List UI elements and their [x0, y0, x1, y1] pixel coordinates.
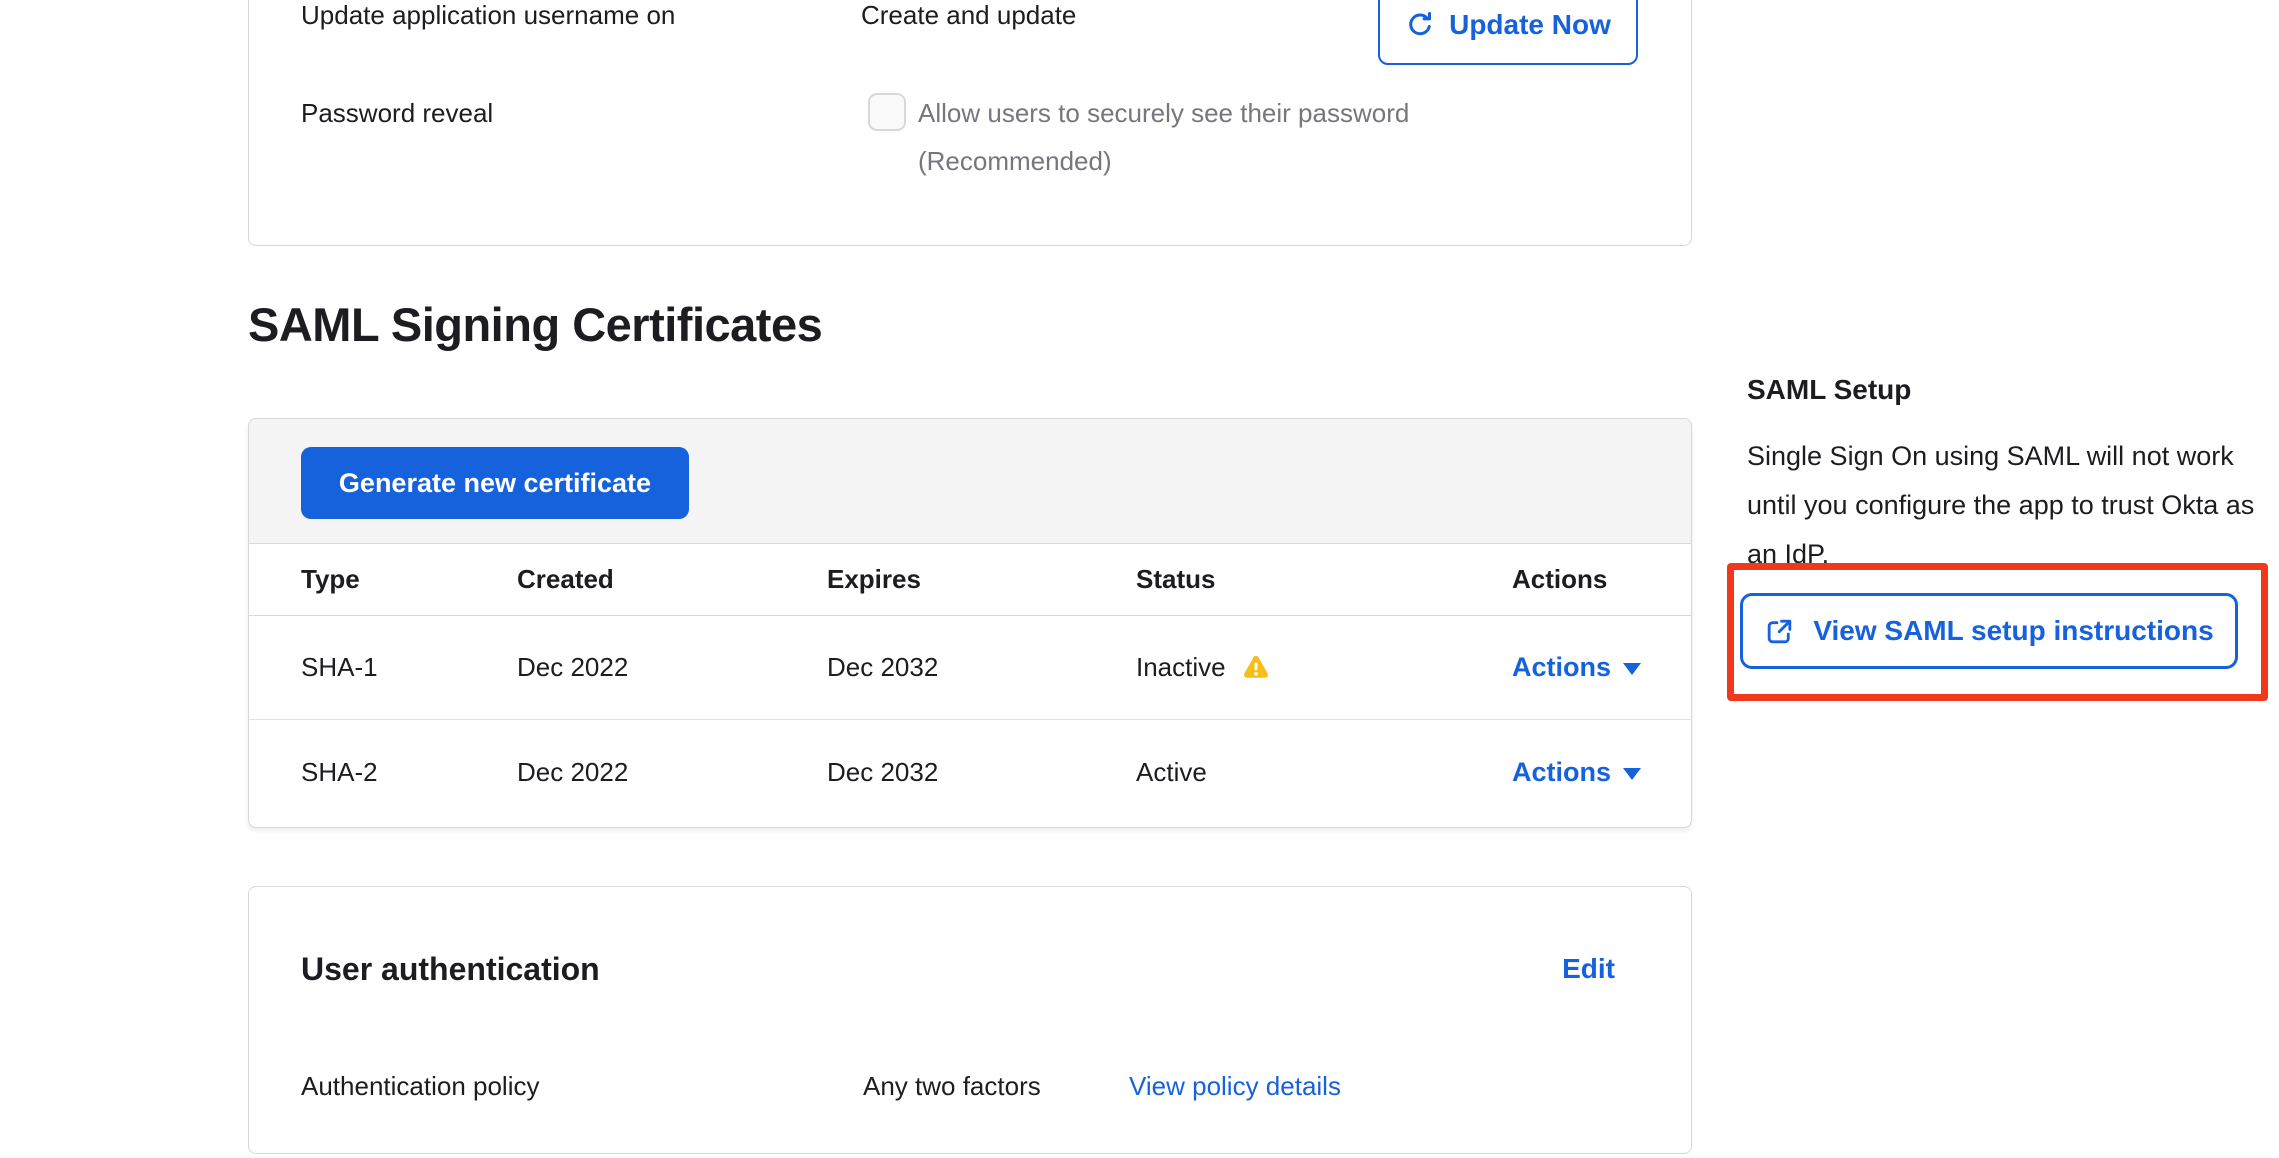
cert-status: Active [1136, 757, 1207, 788]
cert-type: SHA-2 [301, 757, 517, 788]
view-saml-instructions-button[interactable]: View SAML setup instructions [1740, 593, 2238, 669]
view-policy-details-link[interactable]: View policy details [1129, 1071, 1341, 1102]
external-link-icon [1764, 616, 1795, 647]
caret-down-icon [1623, 663, 1641, 675]
actions-label: Actions [1512, 652, 1611, 683]
password-reveal-checkbox[interactable] [868, 93, 906, 131]
col-header-status: Status [1136, 564, 1486, 595]
saml-certificates-panel: Generate new certificate Type Created Ex… [248, 418, 1692, 828]
password-reveal-line2: (Recommended) [918, 137, 1538, 185]
authentication-policy-label: Authentication policy [301, 1071, 539, 1102]
cert-expires: Dec 2032 [827, 652, 1136, 683]
password-reveal-description: Allow users to securely see their passwo… [918, 89, 1538, 185]
saml-setup-sidebar: SAML Setup Single Sign On using SAML wil… [1747, 374, 2269, 579]
saml-setup-description: Single Sign On using SAML will not work … [1747, 432, 2263, 579]
page-title: SAML Signing Certificates [248, 297, 822, 352]
view-saml-instructions-label: View SAML setup instructions [1813, 615, 2213, 647]
cert-type: SHA-1 [301, 652, 517, 683]
certificates-panel-header: Generate new certificate [249, 419, 1691, 544]
cert-expires: Dec 2032 [827, 757, 1136, 788]
password-reveal-label: Password reveal [301, 97, 493, 129]
saml-setup-title: SAML Setup [1747, 374, 2269, 406]
password-reveal-line1: Allow users to securely see their passwo… [918, 89, 1538, 137]
col-header-actions: Actions [1486, 564, 1691, 595]
col-header-type: Type [301, 564, 517, 595]
certificate-row-sha2: SHA-2 Dec 2022 Dec 2032 Active Actions [249, 720, 1691, 824]
cert-actions-menu[interactable]: Actions [1486, 757, 1691, 788]
edit-link[interactable]: Edit [1562, 953, 1615, 985]
update-now-button[interactable]: Update Now [1378, 0, 1638, 65]
generate-certificate-button[interactable]: Generate new certificate [301, 447, 689, 519]
caret-down-icon [1623, 768, 1641, 780]
col-header-created: Created [517, 564, 827, 595]
cert-created: Dec 2022 [517, 652, 827, 683]
authentication-policy-value: Any two factors [863, 1071, 1041, 1102]
actions-label: Actions [1512, 757, 1611, 788]
certificate-row-sha1: SHA-1 Dec 2022 Dec 2032 Inactive Actions [249, 616, 1691, 720]
cert-actions-menu[interactable]: Actions [1486, 652, 1691, 683]
app-settings-card: Update application username on Create an… [248, 0, 1692, 246]
username-update-label: Update application username on [301, 0, 675, 31]
update-now-label: Update Now [1449, 9, 1611, 41]
cert-created: Dec 2022 [517, 757, 827, 788]
refresh-icon [1405, 10, 1435, 40]
username-update-value: Create and update [861, 0, 1076, 31]
user-authentication-card: User authentication Edit Authentication … [248, 886, 1692, 1154]
cert-status: Inactive [1136, 652, 1226, 683]
user-authentication-title: User authentication [301, 951, 600, 988]
col-header-expires: Expires [827, 564, 1136, 595]
certificates-table-header: Type Created Expires Status Actions [249, 544, 1691, 616]
warning-icon [1240, 653, 1272, 683]
